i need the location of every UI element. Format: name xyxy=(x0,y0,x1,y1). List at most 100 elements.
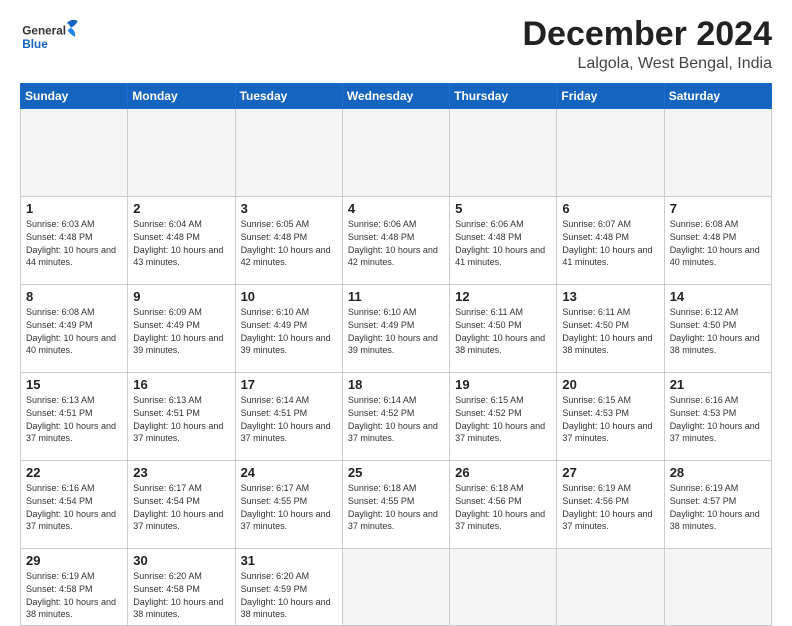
day-number: 31 xyxy=(241,553,337,568)
day-info: Sunrise: 6:06 AMSunset: 4:48 PMDaylight:… xyxy=(348,218,444,268)
table-cell: 30Sunrise: 6:20 AMSunset: 4:58 PMDayligh… xyxy=(128,549,235,625)
table-cell: 3Sunrise: 6:05 AMSunset: 4:48 PMDaylight… xyxy=(235,197,342,285)
col-thursday: Thursday xyxy=(450,84,557,109)
day-info: Sunrise: 6:16 AMSunset: 4:53 PMDaylight:… xyxy=(670,394,766,444)
table-cell xyxy=(128,109,235,197)
day-number: 14 xyxy=(670,289,766,304)
col-monday: Monday xyxy=(128,84,235,109)
day-number: 7 xyxy=(670,201,766,216)
day-number: 2 xyxy=(133,201,229,216)
day-number: 6 xyxy=(562,201,658,216)
day-number: 29 xyxy=(26,553,122,568)
table-cell: 27 Sunrise: 6:19 AMSunset: 4:56 PMDayligh… xyxy=(557,461,664,549)
day-number: 12 xyxy=(455,289,551,304)
day-info: Sunrise: 6:10 AMSunset: 4:49 PMDaylight:… xyxy=(348,306,444,356)
table-cell: 21Sunrise: 6:16 AMSunset: 4:53 PMDayligh… xyxy=(664,373,771,461)
day-info: Sunrise: 6:11 AMSunset: 4:50 PMDaylight:… xyxy=(562,306,658,356)
day-info: Sunrise: 6:19 AMSunset: 4:58 PMDaylight:… xyxy=(26,570,122,620)
col-tuesday: Tuesday xyxy=(235,84,342,109)
table-cell: 16Sunrise: 6:13 AMSunset: 4:51 PMDayligh… xyxy=(128,373,235,461)
table-cell xyxy=(664,549,771,625)
day-number: 1 xyxy=(26,201,122,216)
table-cell: 25Sunrise: 6:18 AMSunset: 4:55 PMDayligh… xyxy=(342,461,449,549)
day-number: 27 xyxy=(562,465,658,480)
day-number: 25 xyxy=(348,465,444,480)
day-number: 11 xyxy=(348,289,444,304)
table-cell: 4Sunrise: 6:06 AMSunset: 4:48 PMDaylight… xyxy=(342,197,449,285)
day-number: 8 xyxy=(26,289,122,304)
table-cell: 15Sunrise: 6:13 AMSunset: 4:51 PMDayligh… xyxy=(21,373,128,461)
svg-text:General: General xyxy=(22,24,66,37)
col-saturday: Saturday xyxy=(664,84,771,109)
day-info: Sunrise: 6:20 AMSunset: 4:59 PMDaylight:… xyxy=(241,570,337,620)
table-cell xyxy=(664,109,771,197)
title-section: December 2024 Lalgola, West Bengal, Indi… xyxy=(522,16,772,73)
day-number: 20 xyxy=(562,377,658,392)
table-cell xyxy=(557,549,664,625)
table-cell: 17Sunrise: 6:14 AMSunset: 4:51 PMDayligh… xyxy=(235,373,342,461)
day-number: 13 xyxy=(562,289,658,304)
logo: General Blue xyxy=(20,16,80,58)
table-cell: 10 Sunrise: 6:10 AMSunset: 4:49 PMDayligh… xyxy=(235,285,342,373)
day-info: Sunrise: 6:20 AMSunset: 4:58 PMDaylight:… xyxy=(133,570,229,620)
table-cell: 6 Sunrise: 6:07 AMSunset: 4:48 PMDaylight… xyxy=(557,197,664,285)
table-cell: 11 Sunrise: 6:10 AMSunset: 4:49 PMDayligh… xyxy=(342,285,449,373)
day-info: Sunrise: 6:16 AMSunset: 4:54 PMDaylight:… xyxy=(26,482,122,532)
table-cell: 23 Sunrise: 6:17 AMSunset: 4:54 PMDayligh… xyxy=(128,461,235,549)
table-cell: 22Sunrise: 6:16 AMSunset: 4:54 PMDayligh… xyxy=(21,461,128,549)
page: General Blue December 2024 Lalgola, West… xyxy=(0,0,792,612)
table-cell: 28Sunrise: 6:19 AMSunset: 4:57 PMDayligh… xyxy=(664,461,771,549)
table-cell: 14Sunrise: 6:12 AMSunset: 4:50 PMDayligh… xyxy=(664,285,771,373)
day-number: 18 xyxy=(348,377,444,392)
day-number: 19 xyxy=(455,377,551,392)
day-info: Sunrise: 6:09 AMSunset: 4:49 PMDaylight:… xyxy=(133,306,229,356)
calendar-header-row: Sunday Monday Tuesday Wednesday Thursday… xyxy=(21,84,772,109)
table-cell xyxy=(557,109,664,197)
day-number: 10 xyxy=(241,289,337,304)
day-info: Sunrise: 6:03 AMSunset: 4:48 PMDaylight:… xyxy=(26,218,122,268)
day-number: 15 xyxy=(26,377,122,392)
table-cell: 2 Sunrise: 6:04 AMSunset: 4:48 PMDaylight… xyxy=(128,197,235,285)
day-info: Sunrise: 6:11 AMSunset: 4:50 PMDaylight:… xyxy=(455,306,551,356)
day-number: 3 xyxy=(241,201,337,216)
table-cell: 7 Sunrise: 6:08 AMSunset: 4:48 PMDaylight… xyxy=(664,197,771,285)
table-cell xyxy=(342,549,449,625)
day-number: 9 xyxy=(133,289,229,304)
month-title: December 2024 xyxy=(522,16,772,53)
day-info: Sunrise: 6:04 AMSunset: 4:48 PMDaylight:… xyxy=(133,218,229,268)
day-info: Sunrise: 6:10 AMSunset: 4:49 PMDaylight:… xyxy=(241,306,337,356)
day-info: Sunrise: 6:15 AMSunset: 4:53 PMDaylight:… xyxy=(562,394,658,444)
table-cell xyxy=(342,109,449,197)
day-number: 24 xyxy=(241,465,337,480)
table-cell: 24 Sunrise: 6:17 AMSunset: 4:55 PMDayligh… xyxy=(235,461,342,549)
logo-svg: General Blue xyxy=(20,16,80,58)
day-info: Sunrise: 6:18 AMSunset: 4:56 PMDaylight:… xyxy=(455,482,551,532)
table-cell: 29 Sunrise: 6:19 AMSunset: 4:58 PMDayligh… xyxy=(21,549,128,625)
day-info: Sunrise: 6:17 AMSunset: 4:54 PMDaylight:… xyxy=(133,482,229,532)
day-number: 26 xyxy=(455,465,551,480)
table-cell: 8 Sunrise: 6:08 AMSunset: 4:49 PMDaylight… xyxy=(21,285,128,373)
table-cell xyxy=(235,109,342,197)
header: General Blue December 2024 Lalgola, West… xyxy=(20,16,772,73)
table-cell: 20 Sunrise: 6:15 AMSunset: 4:53 PMDayligh… xyxy=(557,373,664,461)
day-number: 23 xyxy=(133,465,229,480)
table-cell: 12 Sunrise: 6:11 AMSunset: 4:50 PMDayligh… xyxy=(450,285,557,373)
table-cell xyxy=(450,549,557,625)
day-info: Sunrise: 6:08 AMSunset: 4:48 PMDaylight:… xyxy=(670,218,766,268)
day-info: Sunrise: 6:08 AMSunset: 4:49 PMDaylight:… xyxy=(26,306,122,356)
day-info: Sunrise: 6:19 AMSunset: 4:57 PMDaylight:… xyxy=(670,482,766,532)
calendar-table: Sunday Monday Tuesday Wednesday Thursday… xyxy=(20,83,772,625)
table-cell: 18Sunrise: 6:14 AMSunset: 4:52 PMDayligh… xyxy=(342,373,449,461)
col-sunday: Sunday xyxy=(21,84,128,109)
col-friday: Friday xyxy=(557,84,664,109)
day-info: Sunrise: 6:19 AMSunset: 4:56 PMDaylight:… xyxy=(562,482,658,532)
day-info: Sunrise: 6:06 AMSunset: 4:48 PMDaylight:… xyxy=(455,218,551,268)
svg-text:Blue: Blue xyxy=(22,38,48,51)
table-cell: 26 Sunrise: 6:18 AMSunset: 4:56 PMDayligh… xyxy=(450,461,557,549)
day-info: Sunrise: 6:14 AMSunset: 4:51 PMDaylight:… xyxy=(241,394,337,444)
table-cell: 9 Sunrise: 6:09 AMSunset: 4:49 PMDaylight… xyxy=(128,285,235,373)
day-number: 5 xyxy=(455,201,551,216)
day-info: Sunrise: 6:07 AMSunset: 4:48 PMDaylight:… xyxy=(562,218,658,268)
day-info: Sunrise: 6:15 AMSunset: 4:52 PMDaylight:… xyxy=(455,394,551,444)
day-info: Sunrise: 6:17 AMSunset: 4:55 PMDaylight:… xyxy=(241,482,337,532)
